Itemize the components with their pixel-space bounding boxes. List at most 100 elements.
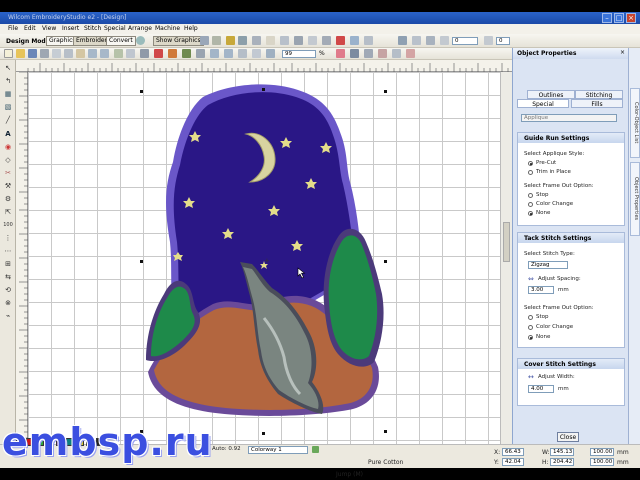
grid-icon[interactable] [196, 49, 205, 58]
embroidery-design[interactable]: + [28, 72, 500, 444]
angle-icon[interactable] [440, 36, 449, 45]
cover-stitch-header[interactable]: Cover Stitch Settings [518, 359, 624, 369]
reshape-node-icon[interactable]: ↰ [3, 77, 13, 86]
guide-stop-radio[interactable] [528, 193, 533, 198]
h-field[interactable]: 204.42 [550, 458, 574, 466]
menu-arrange[interactable]: Arrange [128, 25, 152, 32]
show-fabric-icon[interactable] [378, 49, 387, 58]
rotate-icon[interactable] [294, 36, 303, 45]
show-vectors-icon[interactable] [406, 49, 415, 58]
outline-icon[interactable] [364, 36, 373, 45]
lettering-icon[interactable]: A [3, 130, 13, 139]
tack-none-radio[interactable] [528, 335, 533, 340]
offset-icon[interactable]: ⊞ [3, 260, 13, 269]
cut-icon[interactable] [52, 49, 61, 58]
width-field[interactable]: 4.00 [528, 385, 554, 393]
fill-icon[interactable]: ▧ [3, 103, 13, 112]
monogram-icon[interactable]: ◉ [3, 143, 13, 152]
open-folder-icon[interactable] [16, 49, 25, 58]
menu-special[interactable]: Special [104, 25, 126, 32]
menu-insert[interactable]: Insert [62, 25, 79, 32]
mirror-icon[interactable] [280, 36, 289, 45]
panel-close-icon[interactable]: × [620, 49, 625, 56]
guide-color-change-radio[interactable] [528, 202, 533, 207]
repeat-icon[interactable]: ⟲ [3, 286, 13, 295]
zoom-field[interactable]: 99 [282, 50, 316, 58]
save-icon[interactable] [28, 49, 37, 58]
tie-off-icon[interactable]: ⊗ [3, 299, 13, 308]
tab-special[interactable]: Special [517, 99, 569, 108]
flip-icon[interactable] [426, 36, 435, 45]
tack-color-change-radio[interactable] [528, 325, 533, 330]
hoop-icon[interactable] [126, 49, 135, 58]
distribute-icon[interactable] [266, 36, 275, 45]
record-icon[interactable] [154, 49, 163, 58]
rotate-step-field[interactable]: 0 [496, 37, 510, 45]
redo-icon[interactable] [100, 49, 109, 58]
trim-icon[interactable]: ⌁ [3, 312, 13, 321]
menu-edit[interactable]: Edit [24, 25, 36, 32]
guide-run-header[interactable]: Guide Run Settings [518, 133, 624, 143]
scale-icon[interactable] [398, 36, 407, 45]
zoom-box-icon[interactable] [238, 49, 247, 58]
tab-outlines[interactable]: Outlines [527, 90, 575, 99]
knife-icon[interactable]: ⚒ [3, 182, 13, 191]
menu-help[interactable]: Help [184, 25, 198, 32]
blackwork-icon[interactable]: ⋮ [3, 234, 13, 243]
applique-type-select[interactable]: Applique [521, 114, 617, 122]
new-file-icon[interactable] [4, 49, 13, 58]
menu-stitch[interactable]: Stitch [84, 25, 101, 32]
zoom-out-icon[interactable] [224, 49, 233, 58]
tab-stitching[interactable]: Stitching [575, 90, 623, 99]
rotate-step-icon[interactable] [484, 36, 493, 45]
lock-icon[interactable] [226, 36, 235, 45]
close-icon[interactable]: × [626, 13, 636, 23]
vertical-scrollbar[interactable] [500, 72, 512, 444]
tack-stop-radio[interactable] [528, 315, 533, 320]
copy-icon[interactable] [64, 49, 73, 58]
show-graphics-button[interactable]: Show Graphics [153, 36, 204, 46]
show-bitmap-icon[interactable] [392, 49, 401, 58]
pre-cut-radio[interactable] [528, 161, 533, 166]
3d-view-icon[interactable] [364, 49, 373, 58]
object-properties-tab[interactable]: Object Properties [630, 162, 640, 236]
scroll-thumb[interactable] [503, 222, 510, 262]
x-field[interactable]: 66.43 [502, 448, 524, 456]
fit-icon[interactable] [266, 49, 275, 58]
scale-x-field[interactable]: 100.00 [590, 448, 614, 456]
menu-machine[interactable]: Machine [155, 25, 180, 32]
run-stitch-icon[interactable]: ╱ [3, 116, 13, 125]
tree-icon[interactable] [182, 49, 191, 58]
colorway-select[interactable]: Colorway 1 [248, 446, 308, 454]
minimize-icon[interactable]: – [602, 13, 612, 23]
w-field[interactable]: 145.13 [550, 448, 574, 456]
align-icon[interactable] [252, 36, 261, 45]
zoom-icon[interactable] [210, 49, 219, 58]
stop-icon[interactable] [336, 36, 345, 45]
weld-icon[interactable] [322, 36, 331, 45]
angle-field[interactable]: 0 [452, 37, 478, 45]
show-stitches-icon[interactable] [336, 49, 345, 58]
paste-icon[interactable] [76, 49, 85, 58]
transform-icon[interactable] [412, 36, 421, 45]
tab-fills[interactable]: Fills [571, 99, 623, 108]
menu-file[interactable]: File [8, 25, 18, 32]
colorway-icon[interactable] [312, 446, 319, 453]
undo-icon[interactable] [88, 49, 97, 58]
close-button[interactable]: Close [557, 432, 579, 442]
design-canvas[interactable]: + [28, 72, 500, 444]
stitch-player-icon[interactable] [114, 49, 123, 58]
scissors-icon[interactable]: ✂ [3, 169, 13, 178]
order-icon[interactable] [308, 36, 317, 45]
guide-none-radio[interactable] [528, 211, 533, 216]
insert-icon[interactable] [350, 36, 359, 45]
trim-in-place-radio[interactable] [528, 170, 533, 175]
stitch-type-select[interactable]: Zigzag [528, 261, 568, 269]
select-object-icon[interactable] [200, 36, 209, 45]
convert-button[interactable]: Convert [106, 36, 136, 46]
group-icon[interactable] [238, 36, 247, 45]
reshape-icon[interactable] [212, 36, 221, 45]
backtrack-icon[interactable]: ⇆ [3, 273, 13, 282]
auto-start-icon[interactable]: ⇱ [3, 208, 13, 217]
shapes-icon[interactable]: ◇ [3, 156, 13, 165]
